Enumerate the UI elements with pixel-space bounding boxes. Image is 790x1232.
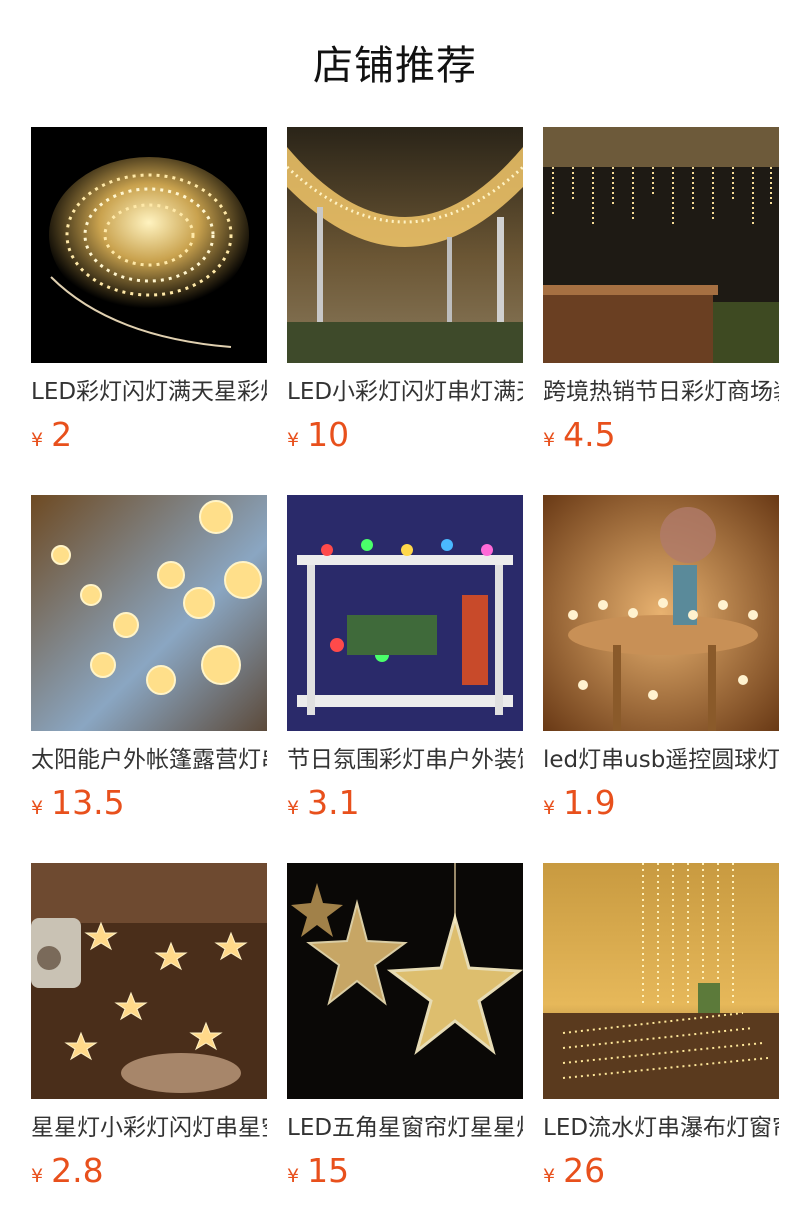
product-image[interactable] <box>543 863 779 1099</box>
product-price: ¥2 <box>31 415 72 455</box>
product-image[interactable] <box>31 127 267 363</box>
price-value: 2 <box>51 415 73 454</box>
product-card[interactable]: LED五角星窗帘灯星星灯 ¥15 <box>287 863 523 1203</box>
price-value: 4.5 <box>563 415 616 454</box>
product-price: ¥4.5 <box>543 415 616 455</box>
product-name[interactable]: 跨境热销节日彩灯商场装饰 <box>543 377 779 407</box>
shop-recommendation-page: 店铺推荐 LED彩灯闪灯满天星彩灯 ¥ 2 LED小彩灯闪灯串灯满 ¥ 10 跨… <box>0 0 790 1232</box>
product-name[interactable]: LED小彩灯闪灯串灯满天星 <box>287 377 523 407</box>
product-card[interactable]: LED小彩灯闪灯串灯满天星 ¥10 <box>287 127 523 467</box>
price-value: 26 <box>563 1151 606 1190</box>
product-image[interactable] <box>31 495 267 731</box>
product-image[interactable] <box>287 863 523 1099</box>
currency-symbol: ¥ <box>287 797 300 819</box>
price-value: 1.9 <box>563 783 616 822</box>
page-title: 店铺推荐 <box>313 43 477 89</box>
product-price: ¥3.1 <box>287 783 360 823</box>
currency-symbol: ¥ <box>287 1165 300 1187</box>
colorful-shelf-lights-image <box>287 495 523 731</box>
fairy-light-coil-image <box>31 127 267 363</box>
currency-symbol: ¥ <box>543 1165 556 1187</box>
product-price: ¥13.5 <box>31 783 125 823</box>
product-name[interactable]: 太阳能户外帐篷露营灯串 <box>31 745 267 775</box>
currency-symbol: ¥ <box>31 1165 44 1187</box>
currency-symbol: ¥ <box>543 797 556 819</box>
star-string-lights-image <box>31 863 267 1099</box>
product-name[interactable]: led灯串usb遥控圆球灯 <box>543 745 779 775</box>
product-price: ¥1.9 <box>543 783 616 823</box>
currency-symbol: ¥ <box>543 429 556 451</box>
price-value: 10 <box>307 415 350 454</box>
product-card[interactable]: 星星灯小彩灯闪灯串星空 ¥2.8 <box>31 863 267 1203</box>
currency-symbol: ¥ <box>287 429 300 451</box>
product-price: ¥26 <box>543 1151 605 1191</box>
waterfall-curtain-lights-image <box>543 863 779 1099</box>
product-price: ¥2.8 <box>31 1151 104 1191</box>
product-card[interactable]: LED彩灯闪灯满天星彩灯 ¥2 <box>31 127 267 467</box>
crystal-ball-lights-image <box>31 495 267 731</box>
product-image[interactable] <box>287 127 523 363</box>
product-name[interactable]: 星星灯小彩灯闪灯串星空 <box>31 1113 267 1143</box>
price-value: 13.5 <box>51 783 125 822</box>
product-image[interactable] <box>543 127 779 363</box>
product-name[interactable]: LED流水灯串瀑布灯窗帘 <box>543 1113 779 1143</box>
product-card[interactable]: led灯串usb遥控圆球灯 ¥1.9 <box>543 495 779 835</box>
product-image[interactable] <box>543 495 779 731</box>
product-name[interactable]: LED彩灯闪灯满天星彩灯 <box>31 377 267 407</box>
star-curtain-lights-image <box>287 863 523 1099</box>
product-name[interactable]: LED五角星窗帘灯星星灯 <box>287 1113 523 1143</box>
product-card[interactable]: LED流水灯串瀑布灯窗帘 ¥26 <box>543 863 779 1203</box>
product-price: ¥15 <box>287 1151 349 1191</box>
currency-symbol: ¥ <box>31 797 44 819</box>
price-value: 3.1 <box>307 783 360 822</box>
product-image[interactable] <box>31 863 267 1099</box>
product-price: ¥10 <box>287 415 349 455</box>
product-name[interactable]: 节日氛围彩灯串户外装饰 <box>287 745 523 775</box>
price-value: 15 <box>307 1151 350 1190</box>
price-value: 2.8 <box>51 1151 104 1190</box>
product-card[interactable]: 跨境热销节日彩灯商场装饰 ¥4.5 <box>543 127 779 467</box>
street-canopy-lights-image <box>287 127 523 363</box>
currency-symbol: ¥ <box>31 429 44 451</box>
product-card[interactable]: 太阳能户外帐篷露营灯串 ¥13.5 <box>31 495 267 835</box>
round-ball-table-lights-image <box>543 495 779 731</box>
product-card[interactable]: 节日氛围彩灯串户外装饰 ¥3.1 <box>287 495 523 835</box>
product-image[interactable] <box>287 495 523 731</box>
icicle-curtain-lights-image <box>543 127 779 363</box>
